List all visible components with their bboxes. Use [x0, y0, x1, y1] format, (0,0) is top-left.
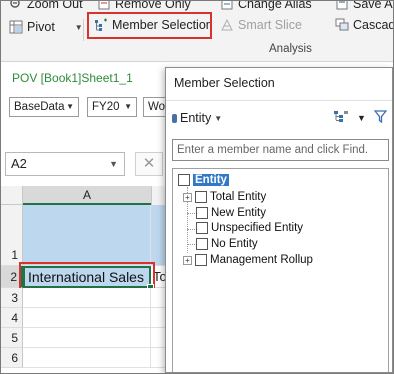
change-alias-button[interactable]: Change Alias: [220, 0, 312, 11]
row-header-3[interactable]: 3: [1, 288, 23, 308]
row-header-6[interactable]: 6: [1, 348, 23, 368]
chevron-down-icon[interactable]: ▼: [75, 23, 83, 32]
tree-node-label: Unspecified Entity: [211, 222, 304, 234]
pov-dropdown-scenario[interactable]: BaseData ▼: [9, 97, 79, 117]
name-box-value: A2: [11, 156, 27, 171]
row-header-4[interactable]: 4: [1, 308, 23, 328]
dimension-dropdown[interactable]: Entity ▼: [172, 111, 222, 125]
row-header-5[interactable]: 5: [1, 328, 23, 348]
pov-dropdown-year[interactable]: FY20 ▼: [87, 97, 137, 117]
member-tree: Entity + Total Entity New Entity Unspeci…: [172, 168, 389, 372]
remove-only-button[interactable]: Remove Only: [97, 0, 191, 11]
tree-node-label: Entity: [193, 174, 229, 186]
tree-node-label: New Entity: [211, 207, 266, 219]
cell-a1[interactable]: [23, 205, 151, 266]
member-selection-highlight: [87, 12, 212, 39]
chevron-down-icon: ▼: [109, 159, 118, 169]
pov-dropdown-value: FY20: [92, 101, 120, 113]
cell-a5[interactable]: [23, 328, 151, 348]
cancel-entry-button[interactable]: ✕: [135, 152, 163, 176]
tree-node-label: Total Entity: [210, 191, 267, 203]
pov-dropdown-value: Wo: [148, 101, 166, 113]
save-as-button[interactable]: Save As: [335, 0, 393, 11]
checkbox[interactable]: [196, 238, 208, 250]
pov-dropdown-value: BaseData: [14, 101, 65, 113]
tree-node-label: Management Rollup: [210, 254, 313, 266]
cascade-icon: [335, 18, 349, 32]
save-as-icon: [335, 1, 349, 11]
cascade-label: Cascade: [353, 18, 393, 32]
hierarchy-options-button[interactable]: [334, 110, 348, 125]
remove-only-icon: [97, 1, 111, 11]
cell-a4[interactable]: [23, 308, 151, 328]
chevron-down-icon: ▼: [357, 113, 366, 123]
member-selection-dialog: Member Selection Entity ▼ ▼ Enter a memb…: [165, 67, 393, 373]
change-alias-label: Change Alias: [238, 0, 312, 11]
dialog-title: Member Selection: [174, 76, 275, 90]
checkbox[interactable]: [196, 207, 208, 219]
dimension-icon: [172, 113, 177, 123]
excel-window: Zoom Out Remove Only Change Alias Save A…: [0, 0, 394, 374]
dimension-label: Entity: [180, 111, 212, 125]
cascade-button[interactable]: Cascade: [335, 18, 393, 32]
smart-slice-button[interactable]: Smart Slice: [220, 18, 302, 32]
cell-a6[interactable]: [23, 348, 151, 368]
close-icon: ✕: [142, 155, 156, 172]
column-header-a[interactable]: A: [23, 186, 151, 205]
chevron-down-icon: ▼: [214, 113, 223, 123]
row-header-1[interactable]: 1: [1, 205, 23, 266]
hierarchy-icon: [334, 111, 348, 125]
remove-only-label: Remove Only: [115, 0, 191, 11]
expand-icon[interactable]: +: [183, 192, 192, 202]
checkbox[interactable]: [178, 174, 190, 186]
chevron-down-icon: ▼: [66, 102, 74, 111]
pov-title: POV [Book1]Sheet1_1: [12, 71, 133, 85]
dialog-separator: [166, 100, 392, 101]
tree-node-unspecified-entity[interactable]: Unspecified Entity: [196, 222, 303, 234]
smart-slice-icon: [220, 18, 234, 32]
filter-icon: [373, 110, 388, 126]
save-as-label: Save As: [353, 0, 393, 11]
tree-node-root[interactable]: Entity: [178, 174, 229, 186]
expand-icon[interactable]: +: [183, 255, 192, 265]
tree-node-label: No Entity: [211, 238, 258, 250]
tree-node-total-entity[interactable]: + Total Entity: [183, 191, 266, 203]
select-all-corner[interactable]: [1, 186, 23, 205]
pivot-icon: [9, 20, 23, 34]
checkbox[interactable]: [195, 254, 207, 266]
tree-node-new-entity[interactable]: New Entity: [196, 207, 266, 219]
zoom-out-button[interactable]: Zoom Out: [9, 0, 83, 11]
ribbon-separator: [83, 19, 84, 41]
chevron-down-icon: ▼: [124, 102, 132, 111]
smart-slice-label: Smart Slice: [238, 18, 302, 32]
filter-button[interactable]: [373, 110, 388, 126]
pivot-button[interactable]: Pivot ▼: [9, 20, 83, 34]
checkbox[interactable]: [196, 222, 208, 234]
ribbon: Zoom Out Remove Only Change Alias Save A…: [1, 1, 393, 62]
tree-node-management-rollup[interactable]: + Management Rollup: [183, 254, 313, 266]
tree-node-no-entity[interactable]: No Entity: [196, 238, 258, 250]
ribbon-group-label: Analysis: [269, 43, 312, 55]
member-search-input[interactable]: [172, 139, 389, 161]
pivot-label: Pivot: [27, 20, 55, 34]
zoom-out-label: Zoom Out: [27, 0, 83, 11]
checkbox[interactable]: [195, 191, 207, 203]
change-alias-icon: [220, 1, 234, 11]
cell-a3[interactable]: [23, 288, 151, 308]
name-box[interactable]: A2 ▼: [5, 152, 125, 176]
zoom-out-icon: [9, 1, 23, 11]
options-dropdown-button[interactable]: ▼: [357, 113, 366, 123]
